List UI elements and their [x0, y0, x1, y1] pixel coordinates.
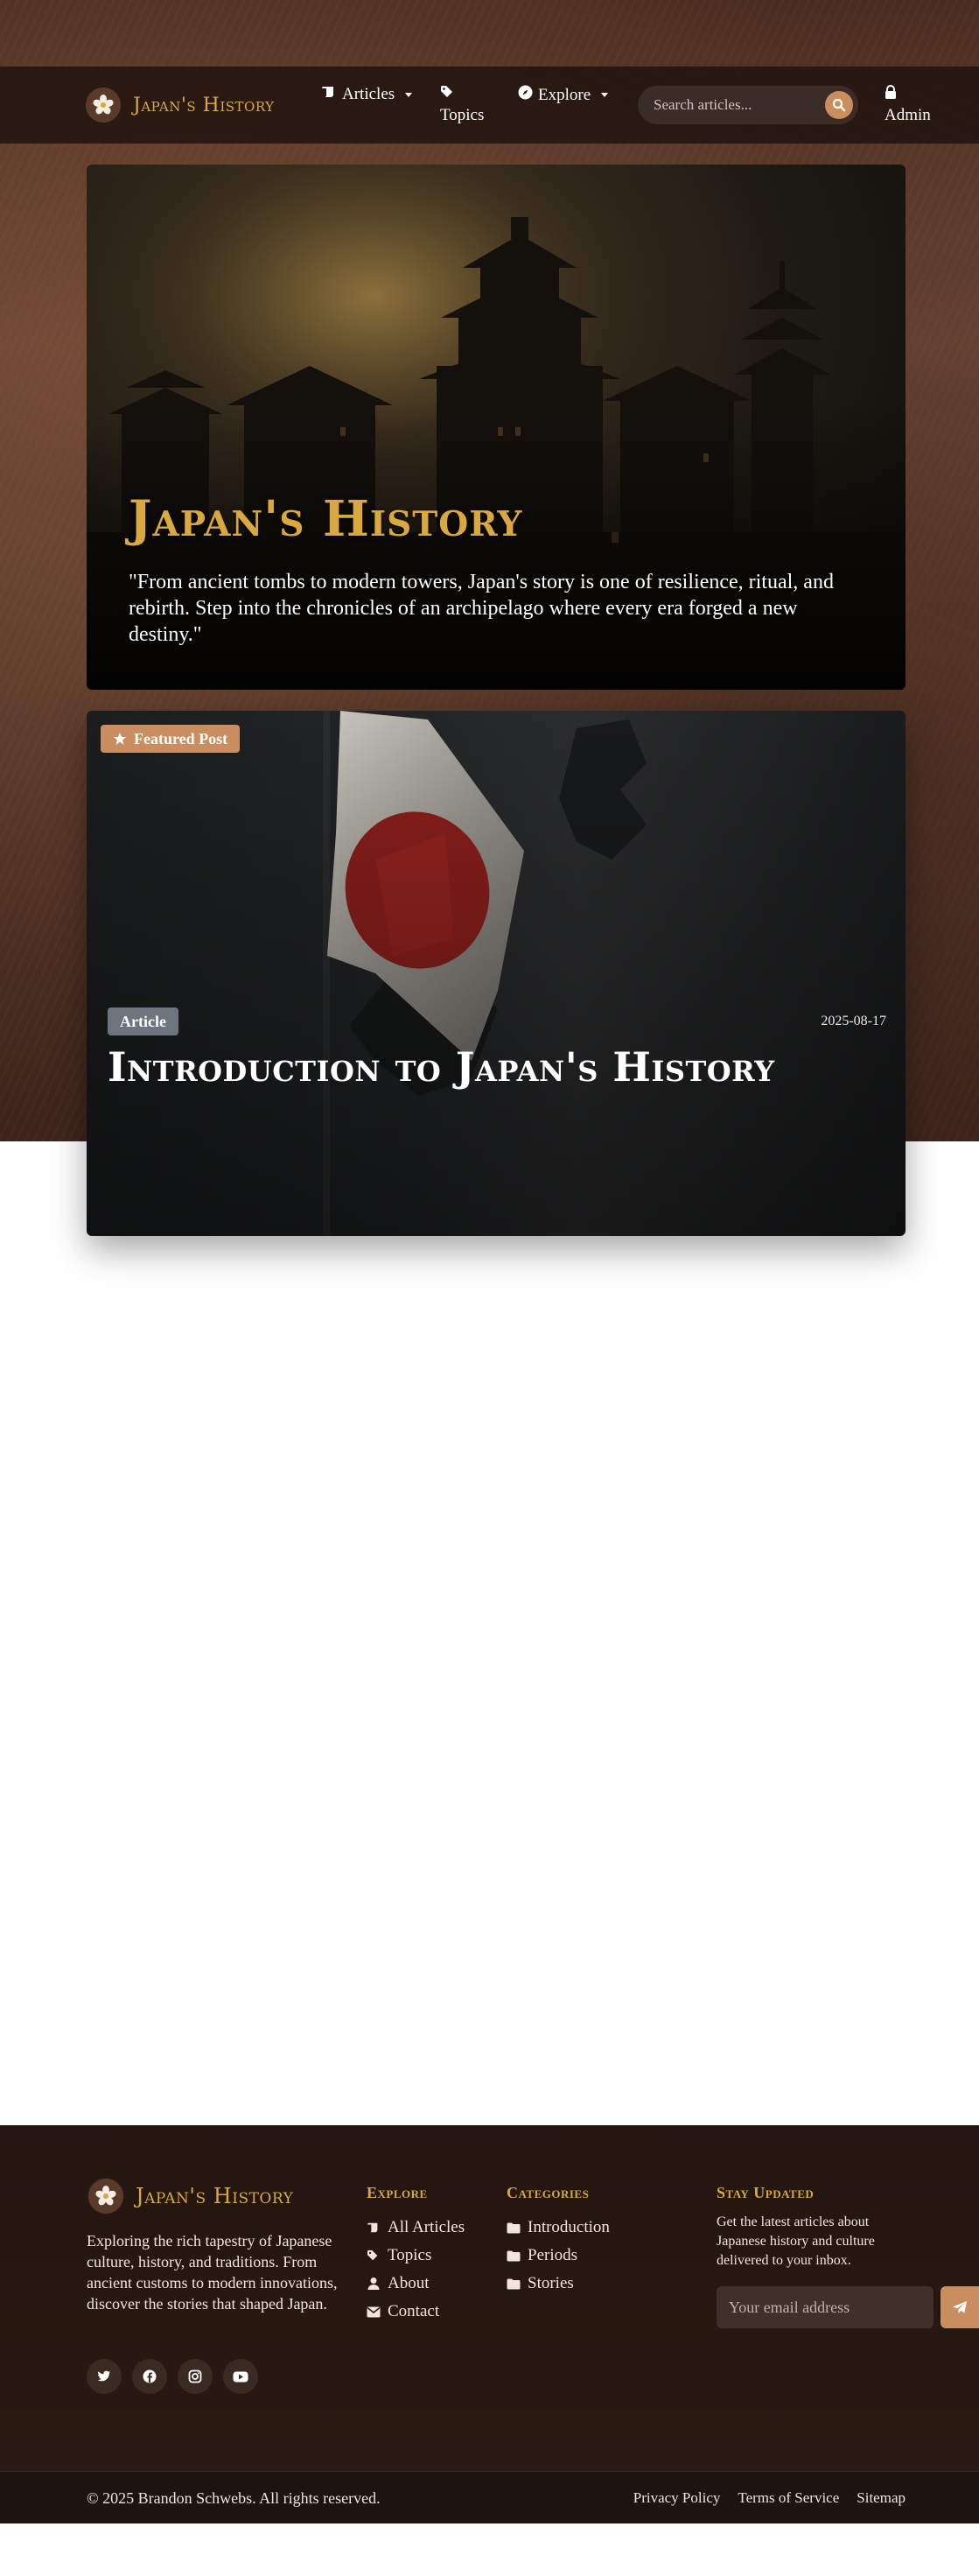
caret-down-icon	[601, 93, 609, 97]
copyright-text: © 2025 Brandon Schwebs. All rights reser…	[87, 2489, 381, 2507]
nav-explore-label: Explore	[538, 85, 591, 104]
paper-plane-icon	[953, 2301, 967, 2313]
post-date: 2025-08-17	[821, 1014, 886, 1028]
category-badge: Article	[108, 1007, 178, 1035]
sakura-logo-icon	[84, 86, 122, 124]
folder-icon	[507, 2250, 521, 2261]
footer-category-label: Stories	[528, 2274, 574, 2292]
footer-explore-heading: Explore	[367, 2184, 428, 2201]
hero-quote: "From ancient tombs to modern towers, Ja…	[129, 571, 834, 646]
folder-icon	[507, 2222, 521, 2233]
nav-articles-label: Articles	[342, 85, 395, 103]
nav-articles-dropdown[interactable]: Articles	[321, 85, 413, 104]
nav-topics-link[interactable]: Topics	[440, 85, 484, 125]
lock-icon	[885, 85, 897, 104]
footer-explore-list: All Articles Topics About Contact	[367, 2214, 465, 2326]
footer-bottom-bar: © 2025 Brandon Schwebs. All rights reser…	[0, 2471, 979, 2523]
hero-banner: Japan's History "From ancient tombs to m…	[87, 165, 906, 690]
footer-category-introduction[interactable]: Introduction	[507, 2214, 610, 2242]
footer-legal-links: Privacy Policy Terms of Service Sitemap	[633, 2489, 906, 2507]
nav-admin-link[interactable]: Admin	[885, 85, 931, 125]
footer-categories-heading: Categories	[507, 2184, 590, 2201]
brand-title: Japan's History	[133, 94, 275, 116]
newsletter-submit-button[interactable]	[941, 2286, 979, 2328]
search-button[interactable]	[825, 91, 853, 119]
twitter-icon[interactable]	[87, 2359, 122, 2394]
footer-brand[interactable]: Japan's History	[87, 2177, 293, 2215]
newsletter-email-field-wrapper	[717, 2286, 934, 2328]
youtube-icon[interactable]	[223, 2359, 258, 2394]
compass-icon	[518, 85, 533, 105]
envelope-icon	[367, 2306, 381, 2317]
footer-link-label: All Articles	[388, 2218, 465, 2236]
star-icon	[114, 733, 126, 745]
footer-link-label: About	[388, 2274, 430, 2292]
footer-link-label: Topics	[388, 2246, 432, 2264]
tags-icon	[440, 85, 456, 104]
newsletter-email-input[interactable]	[729, 2298, 921, 2317]
footer-link-topics[interactable]: Topics	[367, 2242, 465, 2270]
search-input[interactable]	[654, 96, 820, 114]
scroll-icon	[367, 2222, 378, 2233]
footer-about: Exploring the rich tapestry of Japanese …	[87, 2232, 338, 2313]
instagram-icon[interactable]	[178, 2359, 213, 2394]
footer-newsletter-text: Get the latest articles about Japanese h…	[717, 2215, 875, 2268]
nav-explore-dropdown[interactable]: Explore	[518, 85, 609, 105]
featured-post-card[interactable]: Featured Post Article 2025-08-17 Introdu…	[87, 711, 906, 1236]
terms-of-service-link[interactable]: Terms of Service	[738, 2489, 839, 2507]
nav-topics-label: Topics	[440, 106, 485, 124]
site-footer: Japan's History Exploring the rich tapes…	[0, 2125, 979, 2523]
footer-category-label: Introduction	[528, 2218, 610, 2236]
brand-link[interactable]: Japan's History	[84, 86, 275, 124]
facebook-icon[interactable]	[132, 2359, 167, 2394]
tags-icon	[367, 2250, 378, 2261]
search-box	[638, 86, 858, 124]
featured-badge: Featured Post	[101, 725, 241, 753]
privacy-policy-link[interactable]: Privacy Policy	[633, 2489, 721, 2507]
footer-categories-list: Introduction Periods Stories	[507, 2214, 610, 2298]
search-icon	[832, 98, 846, 112]
footer-link-contact[interactable]: Contact	[367, 2298, 465, 2326]
sitemap-link[interactable]: Sitemap	[857, 2489, 906, 2507]
footer-brand-title: Japan's History	[136, 2184, 294, 2208]
footer-newsletter-heading: Stay Updated	[717, 2184, 815, 2201]
footer-link-label: Contact	[388, 2302, 440, 2320]
user-icon	[367, 2278, 380, 2290]
footer-category-stories[interactable]: Stories	[507, 2270, 610, 2298]
sakura-logo-icon	[87, 2177, 125, 2215]
featured-badge-label: Featured Post	[134, 729, 228, 748]
japan-flag-image	[87, 711, 906, 1236]
footer-category-periods[interactable]: Periods	[507, 2242, 610, 2270]
footer-link-about[interactable]: About	[367, 2270, 465, 2298]
footer-link-all-articles[interactable]: All Articles	[367, 2214, 465, 2242]
navbar: Japan's History Articles Topics Explore	[0, 67, 979, 144]
scroll-icon	[321, 85, 337, 104]
nav-admin-label: Admin	[885, 106, 931, 124]
social-links	[87, 2359, 258, 2394]
footer-category-label: Periods	[528, 2246, 577, 2264]
caret-down-icon	[405, 92, 413, 97]
folder-icon	[507, 2278, 521, 2289]
post-title[interactable]: Introduction to Japan's History	[108, 1043, 775, 1091]
hero-title: Japan's History	[129, 490, 523, 548]
